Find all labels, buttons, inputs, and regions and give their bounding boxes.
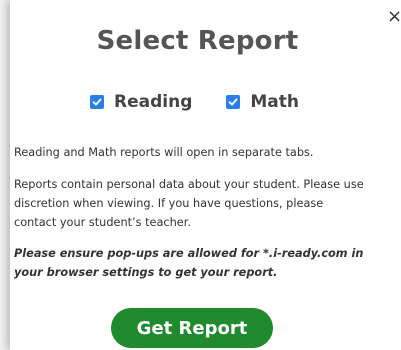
math-checkbox[interactable] [226,95,241,109]
select-report-dialog: × Select Report Reading Math Reading and… [10,0,401,350]
math-option[interactable]: Math [226,92,299,112]
math-label: Math [250,92,299,112]
tabs-note: Reading and Math reports will open in se… [14,146,314,159]
close-button[interactable]: × [387,8,401,26]
get-report-button[interactable]: Get Report [111,308,273,348]
reading-option[interactable]: Reading [90,92,192,112]
subject-selector: Reading Math [90,92,333,112]
reading-checkbox[interactable] [90,95,104,109]
reading-label: Reading [114,92,193,112]
popup-note: Please ensure pop-ups are allowed for *.… [14,247,364,279]
dialog-title: Select Report [96,26,299,56]
privacy-note: Reports contain personal data about your… [14,178,364,229]
checkmark-icon [92,98,102,106]
close-icon: × [387,6,401,27]
checkmark-icon [228,98,238,106]
